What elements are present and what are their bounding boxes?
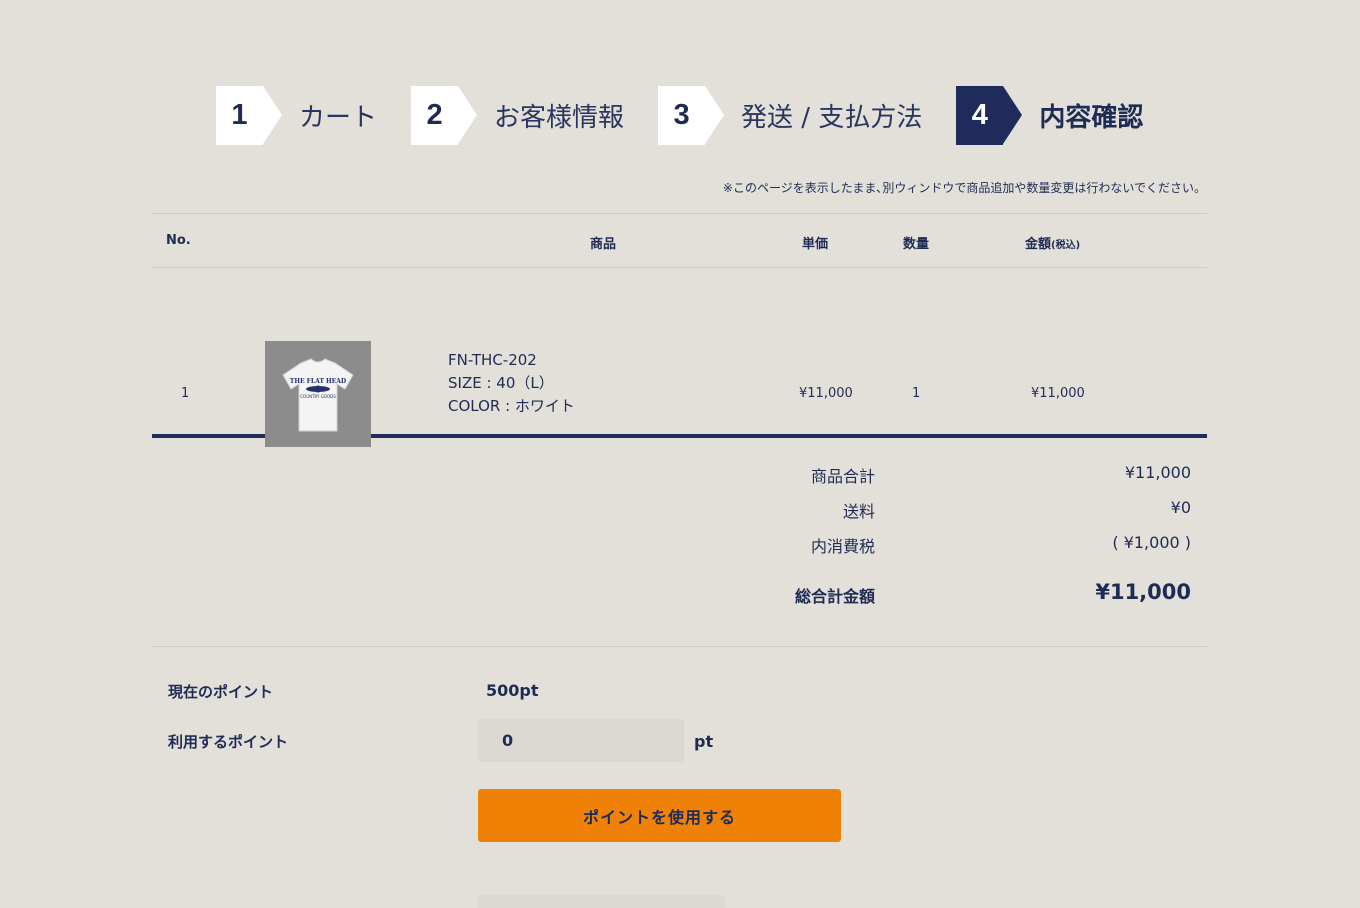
use-points-input[interactable] <box>478 719 684 762</box>
product-info: FN-THC-202 SIZE : 40（L） COLOR : ホワイト <box>448 349 575 418</box>
table-row: 1 THE FLAT HEAD COUNTRY GOODS FN-THC-202… <box>152 268 1207 447</box>
step-customer-info: 2 お客様情報 <box>411 86 624 145</box>
product-code: FN-THC-202 <box>448 351 537 369</box>
tax-label: 内消費税 <box>810 537 875 556</box>
svg-text:THE FLAT HEAD: THE FLAT HEAD <box>290 378 346 385</box>
subtotal-label: 商品合計 <box>810 467 875 486</box>
header-quantity: 数量 <box>903 237 930 252</box>
cart-table: No. 商品 単価 数量 金額(税込) 1 THE FLAT HEAD COUN… <box>152 213 1207 447</box>
step-shipping-payment: 3 発送 / 支払方法 <box>658 86 922 145</box>
shipping-value: ¥0 <box>1170 498 1191 517</box>
tax-row: 内消費税 ( ¥1,000 ) <box>152 533 1207 557</box>
svg-text:COUNTRY GOODS: COUNTRY GOODS <box>300 394 336 399</box>
grand-total-row: 総合計金額 ¥11,000 <box>152 580 1207 607</box>
product-thumbnail[interactable]: THE FLAT HEAD COUNTRY GOODS <box>265 341 371 447</box>
current-points-label: 現在のポイント <box>168 683 274 701</box>
step-confirm: 4 内容確認 <box>956 86 1143 145</box>
subtotal-row: 商品合計 ¥11,000 <box>152 463 1207 487</box>
header-product: 商品 <box>590 237 617 252</box>
row-quantity: 1 <box>912 386 921 401</box>
grand-total-label: 総合計金額 <box>794 587 875 606</box>
subtotal-value: ¥11,000 <box>1124 463 1191 482</box>
step-label: 内容確認 <box>1039 103 1144 133</box>
order-totals: 商品合計 ¥11,000 送料 ¥0 内消費税 ( ¥1,000 ) 総合計金額… <box>152 441 1207 647</box>
tax-value: ( ¥1,000 ) <box>1112 533 1191 552</box>
row-unit-price: ¥11,000 <box>799 386 853 401</box>
shipping-label: 送料 <box>842 502 875 521</box>
use-points-button[interactable]: ポイントを使用する <box>478 789 841 842</box>
header-no: No. <box>166 233 191 248</box>
step-label: 発送 / 支払方法 <box>741 103 923 133</box>
row-amount: ¥11,000 <box>1031 386 1085 401</box>
product-color: COLOR : ホワイト <box>448 397 575 415</box>
row-no: 1 <box>181 386 190 401</box>
header-amount: 金額(税込) <box>1025 233 1080 252</box>
tshirt-icon: THE FLAT HEAD COUNTRY GOODS <box>282 358 354 432</box>
shipping-row: 送料 ¥0 <box>152 498 1207 522</box>
use-points-label: 利用するポイント <box>168 733 289 751</box>
checkout-steps: 1 カート 2 お客様情報 3 発送 / 支払方法 4 内容確認 <box>216 86 1177 145</box>
step-number: 2 <box>411 86 478 145</box>
header-tax-note: (税込) <box>1051 240 1081 251</box>
product-size: SIZE : 40（L） <box>448 374 554 392</box>
header-unit-price: 単価 <box>802 237 829 252</box>
step-label: カート <box>299 103 378 133</box>
step-cart: 1 カート <box>216 86 377 145</box>
current-points-value: 500pt <box>486 681 539 700</box>
table-header: No. 商品 単価 数量 金額(税込) <box>152 213 1207 268</box>
points-unit: pt <box>694 732 714 751</box>
notice-text: ※このページを表示したまま､別ウィンドウで商品追加や数量変更は行わないでください… <box>722 181 1206 195</box>
step-label: お客様情報 <box>494 103 625 133</box>
grand-total-value: ¥11,000 <box>1095 580 1191 604</box>
step-number: 1 <box>216 86 282 145</box>
header-amount-label: 金額 <box>1025 237 1052 252</box>
step-number: 3 <box>658 86 725 145</box>
next-action-box[interactable] <box>478 895 725 908</box>
step-number: 4 <box>956 86 1023 145</box>
